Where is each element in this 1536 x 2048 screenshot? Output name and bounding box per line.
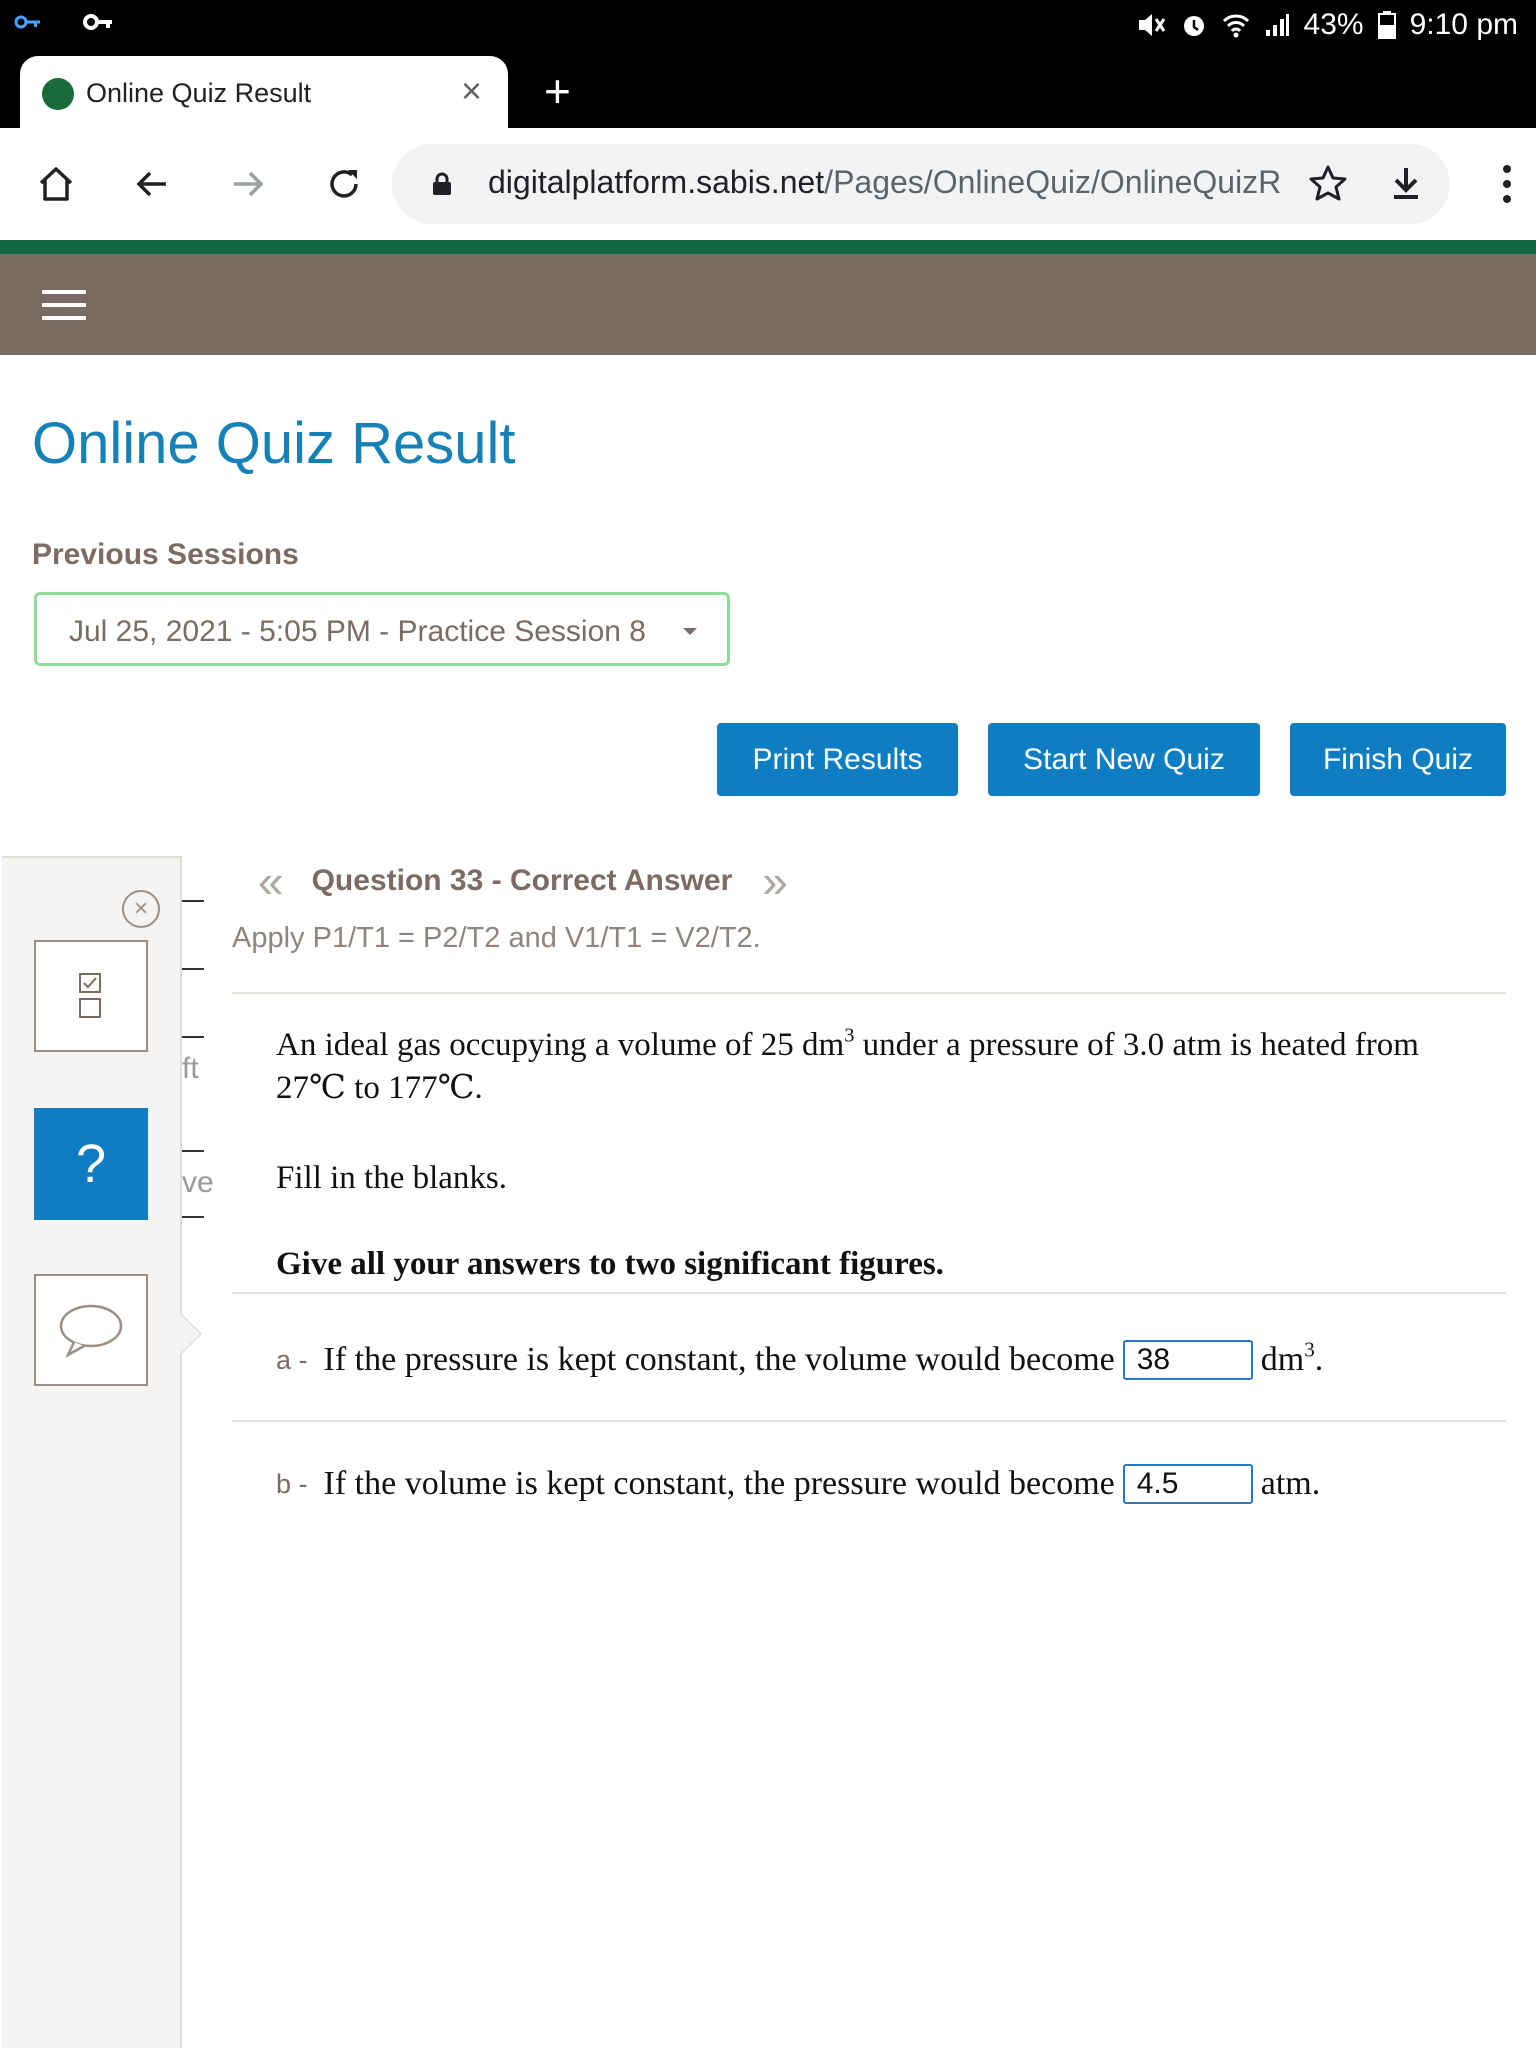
checklist-icon bbox=[79, 973, 101, 1018]
answer-field-b[interactable]: 4.5 bbox=[1122, 1464, 1253, 1504]
tab-strip: Online Quiz Result × + bbox=[0, 50, 1536, 128]
divider bbox=[232, 1420, 1506, 1422]
divider bbox=[232, 992, 1506, 994]
sig-fig-instruction: Give all your answers to two significant… bbox=[276, 1246, 944, 1282]
side-tool-panel: × ? bbox=[2, 856, 182, 2048]
unit-text: atm. bbox=[1260, 1465, 1321, 1502]
peek-line bbox=[182, 1150, 204, 1152]
more-menu-icon[interactable] bbox=[1502, 164, 1512, 204]
bookmark-star-icon[interactable] bbox=[1306, 162, 1350, 206]
unit-text: dm3. bbox=[1260, 1337, 1324, 1378]
checklist-tool[interactable] bbox=[34, 940, 148, 1052]
vpn-key-icon bbox=[14, 15, 40, 29]
reload-icon[interactable] bbox=[316, 156, 372, 212]
download-icon[interactable] bbox=[1384, 162, 1428, 206]
peek-line bbox=[182, 968, 204, 970]
peek-text: ve bbox=[182, 1166, 214, 1199]
url-domain: digitalplatform.sabis.net bbox=[488, 164, 825, 200]
question-hint: Apply P1/T1 = P2/T2 and V1/T1 = V2/T2. bbox=[232, 922, 761, 954]
speech-bubble-icon bbox=[59, 1304, 123, 1358]
part-letter: b - bbox=[276, 1468, 308, 1499]
page-title: Online Quiz Result bbox=[32, 411, 516, 476]
close-tab-icon[interactable]: × bbox=[461, 70, 482, 112]
forward-arrow-icon[interactable] bbox=[220, 156, 276, 212]
sabis-favicon-icon bbox=[42, 78, 74, 110]
wifi-icon bbox=[1222, 14, 1249, 38]
fill-instruction: Fill in the blanks. bbox=[276, 1160, 507, 1196]
peek-line bbox=[182, 900, 204, 902]
new-tab-icon[interactable]: + bbox=[544, 64, 571, 118]
help-tool[interactable]: ? bbox=[34, 1108, 148, 1220]
battery-percent: 43% bbox=[1303, 8, 1364, 41]
finish-quiz-button[interactable]: Finish Quiz bbox=[1290, 723, 1506, 796]
peek-line bbox=[182, 1216, 204, 1218]
brand-stripe bbox=[0, 240, 1536, 254]
question-mark-icon: ? bbox=[75, 1134, 107, 1194]
print-results-button[interactable]: Print Results bbox=[717, 723, 958, 796]
alarm-icon bbox=[1183, 16, 1204, 36]
peek-line bbox=[182, 1036, 204, 1038]
browser-toolbar: digitalplatform.sabis.net/Pages/OnlineQu… bbox=[0, 128, 1536, 240]
battery-icon bbox=[1377, 11, 1396, 39]
lock-icon bbox=[433, 172, 451, 195]
session-dropdown[interactable]: Jul 25, 2021 - 5:05 PM - Practice Sessio… bbox=[34, 592, 730, 666]
hamburger-menu-icon[interactable] bbox=[42, 290, 86, 320]
previous-question-icon[interactable]: « bbox=[258, 858, 284, 904]
signal-icon bbox=[1265, 14, 1289, 36]
selected-session: Jul 25, 2021 - 5:05 PM - Practice Sessio… bbox=[69, 615, 646, 648]
question-body: An ideal gas occupying a volume of 25 dm… bbox=[276, 1024, 1419, 1106]
url-text: digitalplatform.sabis.net/Pages/OnlineQu… bbox=[488, 164, 1288, 201]
part-letter: a - bbox=[276, 1344, 308, 1375]
panel-pointer-fill bbox=[180, 1314, 200, 1354]
part-text: If the pressure is kept constant, the vo… bbox=[323, 1341, 1115, 1378]
site-header bbox=[0, 254, 1536, 355]
question-heading: Question 33 - Correct Answer bbox=[311, 864, 733, 897]
part-a: a - If the pressure is kept constant, th… bbox=[276, 1338, 1323, 1382]
divider bbox=[232, 1292, 1506, 1294]
home-icon[interactable] bbox=[28, 156, 84, 212]
part-text: If the volume is kept constant, the pres… bbox=[323, 1465, 1115, 1502]
close-panel-icon[interactable]: × bbox=[122, 890, 160, 928]
key-icon bbox=[83, 14, 112, 30]
part-b: b - If the volume is kept constant, the … bbox=[276, 1462, 1320, 1506]
back-arrow-icon[interactable] bbox=[124, 156, 180, 212]
start-new-quiz-button[interactable]: Start New Quiz bbox=[988, 723, 1260, 796]
system-status-bar: 43% 9:10 pm bbox=[0, 0, 1536, 50]
url-path: /Pages/OnlineQuiz/OnlineQuizR bbox=[824, 164, 1282, 200]
peek-text: ft bbox=[182, 1052, 199, 1085]
caret-down-icon bbox=[683, 628, 697, 635]
comment-tool[interactable] bbox=[34, 1274, 148, 1386]
address-bar[interactable]: digitalplatform.sabis.net/Pages/OnlineQu… bbox=[392, 144, 1450, 224]
clock: 9:10 pm bbox=[1409, 8, 1518, 41]
question-navigation: « Question 33 - Correct Answer » bbox=[258, 858, 788, 904]
next-question-icon[interactable]: » bbox=[762, 858, 788, 904]
tab-title: Online Quiz Result bbox=[86, 78, 312, 108]
answer-field-a[interactable]: 38 bbox=[1122, 1340, 1253, 1380]
previous-sessions-label: Previous Sessions bbox=[32, 538, 299, 571]
mute-icon bbox=[1138, 14, 1165, 36]
tab-online-quiz-result[interactable]: Online Quiz Result × bbox=[20, 56, 508, 128]
